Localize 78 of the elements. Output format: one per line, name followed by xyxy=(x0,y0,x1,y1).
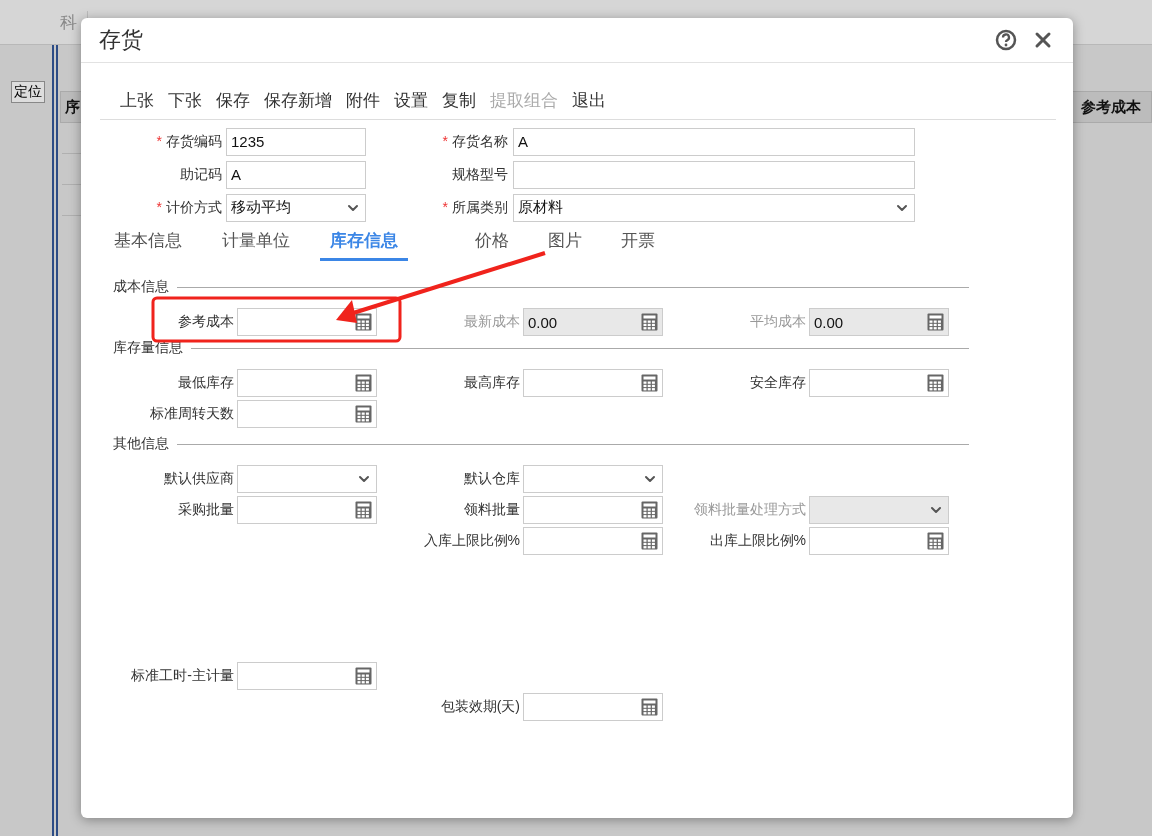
field-label: 标准周转天数 xyxy=(149,405,235,423)
field-label: 最新成本 xyxy=(463,313,521,331)
input-field[interactable] xyxy=(237,369,377,397)
calculator-icon[interactable] xyxy=(355,405,372,423)
calculator-icon[interactable] xyxy=(927,532,944,550)
input-field[interactable] xyxy=(809,527,949,555)
field-label: 默认供应商 xyxy=(163,470,235,488)
input-field[interactable] xyxy=(237,662,377,690)
field-label: 领料批量 xyxy=(463,501,521,519)
tab[interactable]: 开票 xyxy=(611,229,665,261)
column-header: 参考成本 xyxy=(1080,97,1142,117)
input-field[interactable]: 1235 xyxy=(226,127,366,156)
select-field[interactable]: 移动平均 xyxy=(226,193,366,222)
calculator-icon[interactable] xyxy=(641,374,658,392)
tab[interactable]: 库存信息 xyxy=(320,229,408,261)
calculator-icon[interactable] xyxy=(641,532,658,550)
column-header: 序 xyxy=(64,97,81,117)
input-field[interactable]: A xyxy=(226,160,366,189)
toolbar-button[interactable]: 附件 xyxy=(346,89,380,112)
locate-button[interactable]: 定位 xyxy=(11,81,45,103)
tab[interactable]: 基本信息 xyxy=(104,229,192,261)
required-mark: * xyxy=(442,198,448,215)
calculator-icon[interactable] xyxy=(927,374,944,392)
input-field[interactable] xyxy=(523,369,663,397)
field-label: 领料批量处理方式 xyxy=(693,501,807,519)
toolbar-button[interactable]: 保存 xyxy=(216,89,250,112)
input-field[interactable]: A xyxy=(513,127,915,156)
tab[interactable]: 图片 xyxy=(538,229,592,261)
field-label-text: 存货名称 xyxy=(452,132,508,149)
field-label: 出库上限比例% xyxy=(708,532,807,550)
field-label: 平均成本 xyxy=(749,313,807,331)
calculator-icon[interactable] xyxy=(641,698,658,716)
select-field[interactable] xyxy=(237,465,377,493)
field-label: 默认仓库 xyxy=(463,470,521,488)
calculator-icon[interactable] xyxy=(641,501,658,519)
toolbar-button[interactable]: 复制 xyxy=(442,89,476,112)
section-title: 成本信息 xyxy=(113,278,169,296)
field-label: 包装效期(天) xyxy=(439,698,521,716)
toolbar-button[interactable]: 保存新增 xyxy=(264,89,332,112)
calculator-icon[interactable] xyxy=(355,374,372,392)
required-mark: * xyxy=(442,132,448,149)
input-field[interactable] xyxy=(237,400,377,428)
field-label-text: 规格型号 xyxy=(452,165,508,182)
calculator-icon[interactable] xyxy=(355,313,372,331)
input-field[interactable] xyxy=(237,308,377,336)
dialog-title: 存货 xyxy=(99,26,144,54)
field-label: 采购批量 xyxy=(177,501,235,519)
field-label: 参考成本 xyxy=(177,313,235,331)
field-label: 入库上限比例% xyxy=(422,532,521,550)
field-label: 安全库存 xyxy=(749,374,807,392)
required-mark: * xyxy=(156,198,162,215)
toolbar-button[interactable]: 上张 xyxy=(120,89,154,112)
toolbar-button[interactable]: 设置 xyxy=(394,89,428,112)
input-field[interactable] xyxy=(523,496,663,524)
field-label: 标准工时-主计量 xyxy=(130,667,235,685)
toolbar-button[interactable]: 下张 xyxy=(168,89,202,112)
tab[interactable]: 价格 xyxy=(465,229,519,261)
input-field[interactable] xyxy=(513,160,915,189)
section-title: 其他信息 xyxy=(113,435,169,453)
field-label: 最低库存 xyxy=(177,374,235,392)
input-field[interactable] xyxy=(237,496,377,524)
calculator-icon[interactable] xyxy=(355,667,372,685)
tab[interactable]: 计量单位 xyxy=(212,229,300,261)
calculator-icon[interactable] xyxy=(355,501,372,519)
field-label: 最高库存 xyxy=(463,374,521,392)
input-field[interactable] xyxy=(523,527,663,555)
field-label-text: 所属类别 xyxy=(452,198,508,215)
field-label-text: 助记码 xyxy=(180,165,222,182)
select-field[interactable] xyxy=(523,465,663,493)
input-field[interactable] xyxy=(523,693,663,721)
field-label-text: 计价方式 xyxy=(166,198,222,215)
select-field[interactable]: 原材料 xyxy=(513,193,915,222)
toolbar-button[interactable]: 退出 xyxy=(572,89,606,112)
required-mark: * xyxy=(156,132,162,149)
help-icon[interactable] xyxy=(995,29,1017,51)
input-field[interactable] xyxy=(809,369,949,397)
field-label-text: 存货编码 xyxy=(166,132,222,149)
section-title: 库存量信息 xyxy=(113,339,183,357)
